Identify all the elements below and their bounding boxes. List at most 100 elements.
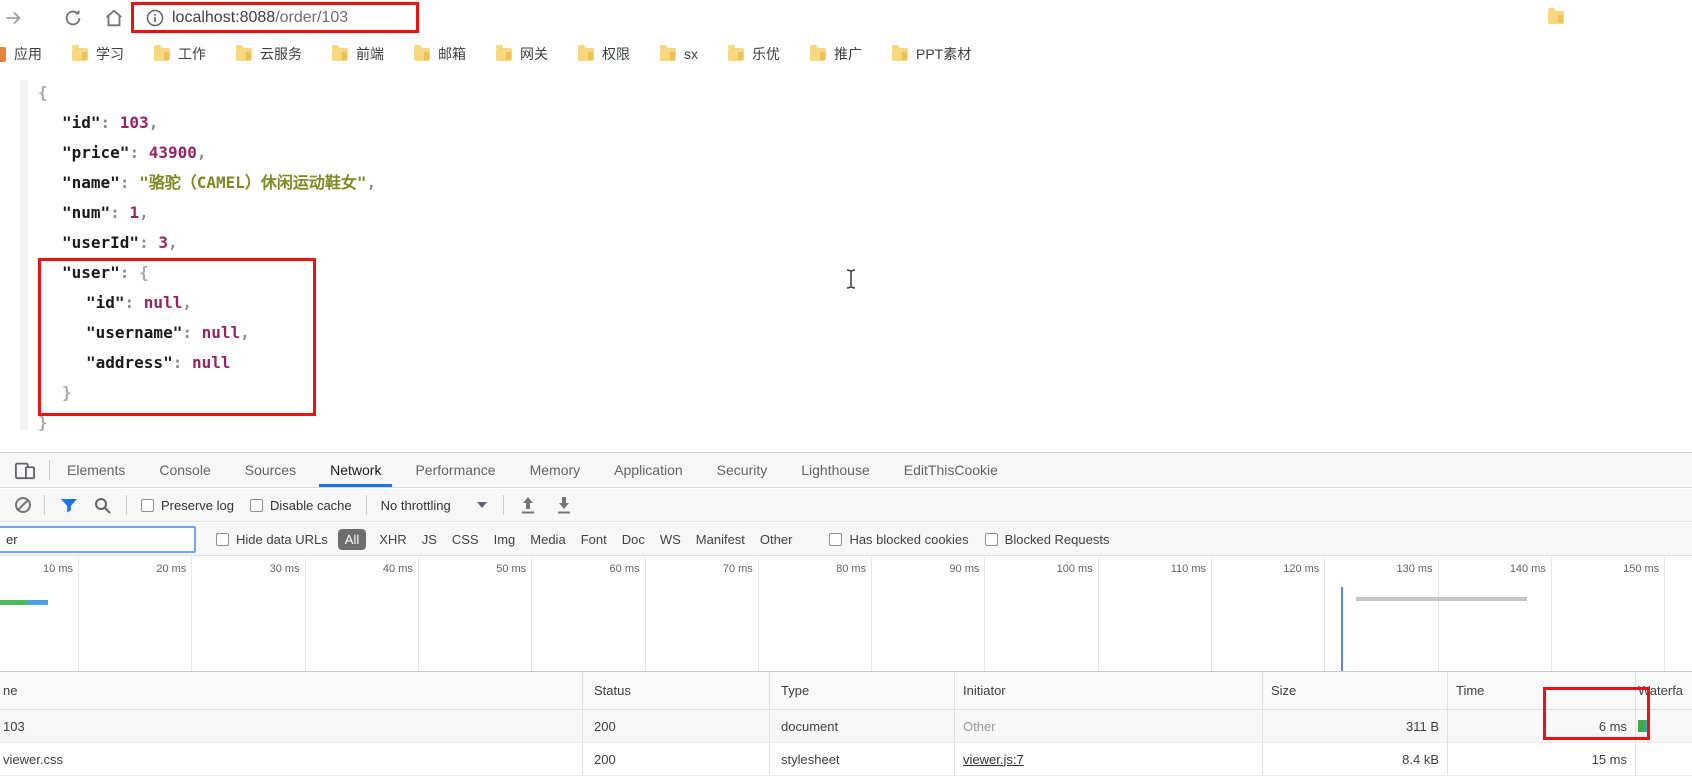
tab-performance[interactable]: Performance xyxy=(398,453,512,487)
import-har-icon[interactable] xyxy=(520,496,536,514)
tab-security[interactable]: Security xyxy=(700,453,785,487)
preserve-log-checkbox[interactable] xyxy=(141,498,154,512)
json-line: "id": 103, xyxy=(0,108,376,138)
bookmark-label: 应用 xyxy=(14,46,42,62)
reload-icon[interactable] xyxy=(62,7,84,29)
bookmark-label: sx xyxy=(684,46,698,62)
cell-name[interactable]: viewer.css xyxy=(0,743,582,775)
bookmark-favicon-partial[interactable] xyxy=(0,47,6,62)
disable-cache-label[interactable]: Disable cache xyxy=(270,498,352,513)
throttling-select[interactable]: No throttling xyxy=(381,498,451,513)
filter-type-js[interactable]: JS xyxy=(422,532,437,547)
tab-sources[interactable]: Sources xyxy=(228,453,313,487)
forward-icon[interactable] xyxy=(2,7,24,29)
clear-icon[interactable] xyxy=(15,497,31,513)
filter-type-xhr[interactable]: XHR xyxy=(379,532,406,547)
tab-memory[interactable]: Memory xyxy=(513,453,598,487)
chevron-down-icon[interactable] xyxy=(476,502,487,508)
tab-application[interactable]: Application xyxy=(597,453,700,487)
tab-console[interactable]: Console xyxy=(142,453,227,487)
filter-type-font[interactable]: Font xyxy=(581,532,607,547)
cell-type[interactable]: stylesheet xyxy=(769,743,954,775)
disable-cache-checkbox[interactable] xyxy=(249,498,263,512)
cell-initiator[interactable]: viewer.js:7 xyxy=(954,743,1262,775)
hide-data-urls-checkbox[interactable] xyxy=(216,532,229,546)
annotation-box-user-object xyxy=(38,258,316,416)
timeline-tick-label: 20 ms xyxy=(156,563,187,575)
cell-status[interactable]: 200 xyxy=(582,710,769,742)
column-header-status[interactable]: Status xyxy=(582,672,769,709)
table-row[interactable]: 103 200 document Other 311 B6 ms xyxy=(0,710,1692,743)
bookmark-label: 邮箱 xyxy=(438,46,466,62)
text-cursor xyxy=(846,269,856,289)
json-token-punct: : xyxy=(119,173,140,192)
tab-network[interactable]: Network xyxy=(313,453,398,487)
cell-waterfall[interactable] xyxy=(1635,743,1692,775)
column-header-size[interactable]: Size xyxy=(1262,672,1447,709)
hide-data-urls-label[interactable]: Hide data URLs xyxy=(236,532,328,547)
bookmark-folder[interactable]: 云服务 xyxy=(236,44,302,64)
bookmark-folder[interactable]: 推广 xyxy=(810,44,862,64)
table-row[interactable]: viewer.css 200 stylesheet viewer.js:7 8.4 kB… xyxy=(0,743,1692,776)
filter-type-ws[interactable]: WS xyxy=(660,532,681,547)
column-header-ne[interactable]: ne xyxy=(0,672,582,709)
tab-editthiscookie[interactable]: EditThisCookie xyxy=(887,453,1015,487)
cell-type[interactable]: document xyxy=(769,710,954,742)
cell-size[interactable]: 311 B xyxy=(1262,710,1447,742)
cell-name[interactable]: 103 xyxy=(0,710,582,742)
bookmark-label: 乐优 xyxy=(752,46,780,62)
tab-lighthouse[interactable]: Lighthouse xyxy=(784,453,887,487)
preserve-log-label[interactable]: Preserve log xyxy=(161,498,234,513)
export-har-icon[interactable] xyxy=(556,496,572,514)
url-bar[interactable]: localhost:8088/order/103 xyxy=(131,2,419,33)
bookmark-folder[interactable]: 网关 xyxy=(496,44,548,64)
timeline-tick-label: 140 ms xyxy=(1509,563,1546,575)
filter-type-other[interactable]: Other xyxy=(760,532,793,547)
column-header-initiator[interactable]: Initiator xyxy=(954,672,1262,709)
filter-funnel-icon[interactable] xyxy=(60,498,78,513)
bookmark-folder[interactable]: sx xyxy=(660,44,698,62)
filter-type-media[interactable]: Media xyxy=(530,532,565,547)
has-blocked-cookies-label[interactable]: Has blocked cookies xyxy=(849,532,968,547)
blocked-requests-checkbox[interactable] xyxy=(984,532,998,546)
bookmark-label: 推广 xyxy=(834,46,862,62)
network-overview-timeline[interactable]: 10 ms 20 ms 30 ms 40 ms 50 ms 60 ms 70 ms 80 ms… xyxy=(0,557,1692,672)
cell-time[interactable]: 15 ms xyxy=(1447,743,1635,775)
bookmark-folder[interactable]: 邮箱 xyxy=(414,44,466,64)
info-icon[interactable] xyxy=(146,9,164,27)
browser-navbar: localhost:8088/order/103 xyxy=(0,0,1692,36)
filter-type-manifest[interactable]: Manifest xyxy=(696,532,745,547)
initiator-link[interactable]: viewer.js:7 xyxy=(963,752,1024,767)
tab-elements[interactable]: Elements xyxy=(50,453,142,487)
bookmark-folder[interactable]: 乐优 xyxy=(728,44,780,64)
bookmark-folder-partial[interactable] xyxy=(1548,8,1572,24)
timeline-tick-label: 120 ms xyxy=(1283,563,1320,575)
json-token-num: 3 xyxy=(158,233,168,252)
json-token-key: "num" xyxy=(62,203,111,222)
filter-type-css[interactable]: CSS xyxy=(452,532,479,547)
bookmark-label: 权限 xyxy=(602,46,630,62)
filter-type-img[interactable]: Img xyxy=(494,532,516,547)
bookmark-folder[interactable]: 工作 xyxy=(154,44,206,64)
bookmark-folder[interactable]: 权限 xyxy=(578,44,630,64)
filter-input[interactable] xyxy=(0,526,196,553)
device-toolbar-icon[interactable] xyxy=(14,460,36,480)
filter-type-all[interactable]: All xyxy=(337,528,367,550)
cell-initiator[interactable]: Other xyxy=(954,710,1262,742)
blocked-requests-label[interactable]: Blocked Requests xyxy=(1005,532,1110,547)
bookmark-folder[interactable]: 前端 xyxy=(332,44,384,64)
cell-status[interactable]: 200 xyxy=(582,743,769,775)
bookmark-folder[interactable]: 应用 xyxy=(14,44,42,64)
bookmark-folder[interactable]: PPT素材 xyxy=(892,44,971,64)
search-icon[interactable] xyxy=(94,497,111,514)
bookmark-folder[interactable]: 学习 xyxy=(72,44,124,64)
filter-type-doc[interactable]: Doc xyxy=(622,532,645,547)
bookmarks-bar: 应用 学习 工作 云服务 前端 邮箱 网关 权限 sx 乐优 推广 PPT素材 xyxy=(0,36,1692,72)
cell-size[interactable]: 8.4 kB xyxy=(1262,743,1447,775)
has-blocked-cookies-checkbox[interactable] xyxy=(829,532,843,546)
json-token-punct: : xyxy=(110,203,130,222)
column-header-type[interactable]: Type xyxy=(769,672,954,709)
home-icon[interactable] xyxy=(103,7,125,29)
url-text[interactable]: localhost:8088/order/103 xyxy=(172,9,348,27)
json-token-str: "骆驼（CAMEL）休闲运动鞋女" xyxy=(139,173,367,192)
